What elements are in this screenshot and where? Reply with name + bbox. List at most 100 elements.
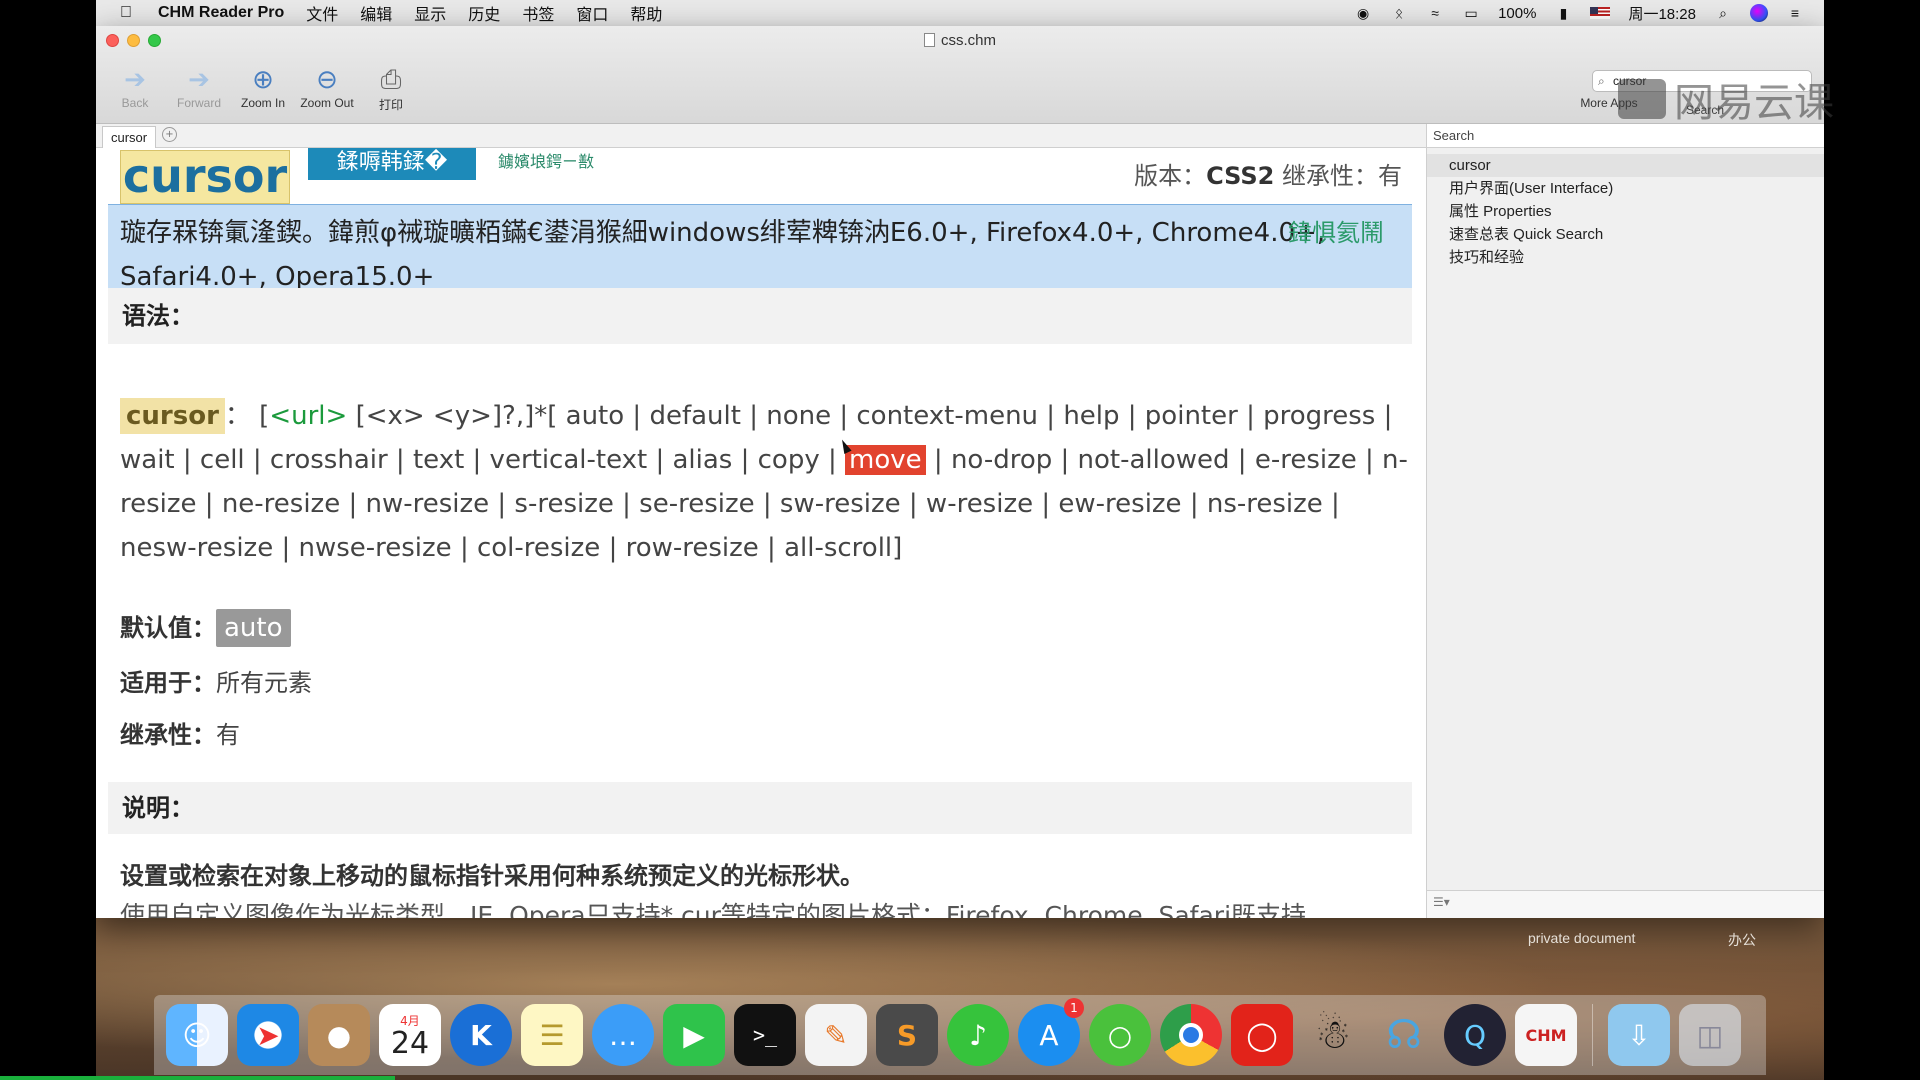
applies-row: 适用于：所有元素: [120, 663, 312, 698]
compatibility-link[interactable]: 鍏惧氦鬧: [1288, 211, 1384, 255]
menu-file[interactable]: 文件: [306, 1, 338, 25]
contacts-icon[interactable]: ●: [308, 1004, 370, 1066]
messages-icon[interactable]: …: [592, 1004, 654, 1066]
syntax-highlight-move: move: [845, 445, 926, 475]
default-label: 默认值：: [120, 613, 216, 642]
desktop-label-private[interactable]: private document: [1528, 930, 1635, 946]
battery-percent[interactable]: 100%: [1498, 5, 1536, 22]
sidebar-footer: ☰▾: [1427, 890, 1824, 918]
app-menu-name[interactable]: CHM Reader Pro: [158, 4, 284, 22]
zoom-in-button[interactable]: ⊕ Zoom In: [234, 62, 292, 113]
sidebar-item-properties[interactable]: 属性 Properties: [1427, 200, 1824, 223]
menu-bookmarks[interactable]: 书签: [522, 1, 554, 25]
share-tab[interactable]: 鍒嗕韩鍒�: [308, 148, 476, 180]
syntax-block: cursor： [<url> [<x> <y>]?,]*[ auto | def…: [120, 394, 1410, 570]
sidebar-item-quick-search[interactable]: 速查总表 Quick Search: [1427, 223, 1824, 246]
wechat-icon[interactable]: ○: [1089, 1004, 1151, 1066]
description-line-1: 设置或检索在对象上移动的鼠标指针采用何种系统预定义的光标形状。: [120, 861, 864, 890]
chrome-icon[interactable]: [1160, 1004, 1222, 1066]
inherit-label-top: 继承性：: [1282, 162, 1378, 190]
record-icon[interactable]: ◉: [1354, 4, 1372, 22]
qq-icon[interactable]: ☃: [1302, 1004, 1364, 1066]
siri-icon[interactable]: [1750, 4, 1768, 22]
menu-edit[interactable]: 编辑: [360, 1, 392, 25]
toolbar-search-input[interactable]: ⌕ cursor: [1592, 70, 1812, 92]
toolbar-search-label: Search: [1685, 103, 1724, 117]
appstore-badge: 1: [1064, 998, 1084, 1018]
terminal-icon[interactable]: >_: [734, 1004, 796, 1066]
menu-bar:  CHM Reader Pro 文件 编辑 显示 历史 书签 窗口 帮助 ◉ …: [96, 0, 1824, 26]
sidebar-item-cursor[interactable]: cursor: [1427, 154, 1824, 177]
inherit-value: 有: [216, 721, 240, 749]
dock-separator: [1592, 1004, 1593, 1066]
inherit-row: 继承性：有: [120, 715, 240, 750]
clock[interactable]: 周一18:28: [1628, 3, 1696, 24]
calendar-icon[interactable]: 4月 24: [379, 1004, 441, 1066]
sidebar: Search cursor 用户界面(User Interface) 属性 Pr…: [1426, 124, 1824, 918]
syntax-url[interactable]: <url>: [269, 401, 347, 431]
keynote-icon[interactable]: ☊: [1373, 1004, 1435, 1066]
menu-window[interactable]: 窗口: [576, 1, 608, 25]
music-icon[interactable]: ♪: [947, 1004, 1009, 1066]
desktop-label-office[interactable]: 办公: [1728, 930, 1756, 950]
forward-button[interactable]: ➔ Forward: [170, 62, 228, 113]
status-area: ◉ ᛟ ≈ ▭ 100% ▮ 周一18:28 ⌕ ≡: [1354, 3, 1804, 24]
chm-label: CHM: [1525, 1025, 1567, 1045]
zoom-in-label: Zoom In: [240, 96, 285, 110]
quicktime-icon[interactable]: Q: [1444, 1004, 1506, 1066]
printer-icon: ⎙: [380, 64, 402, 94]
finder-icon[interactable]: ☺: [166, 1004, 228, 1066]
zoom-out-label: Zoom Out: [300, 96, 354, 110]
facetime-icon[interactable]: ▶: [663, 1004, 725, 1066]
chm-reader-icon[interactable]: CHM: [1515, 1004, 1577, 1066]
downloads-icon[interactable]: ⇩: [1608, 1004, 1670, 1066]
sidebar-item-tips[interactable]: 技巧和经验: [1427, 246, 1824, 269]
menu-help[interactable]: 帮助: [630, 1, 662, 25]
sublime-icon[interactable]: S: [876, 1004, 938, 1066]
menu-history[interactable]: 历史: [468, 1, 500, 25]
netease-music-icon[interactable]: ◯: [1231, 1004, 1293, 1066]
document-icon: [923, 33, 935, 47]
back-arrow-icon: ➔: [124, 64, 146, 94]
sidebar-item-ui[interactable]: 用户界面(User Interface): [1427, 177, 1824, 200]
zoom-out-button[interactable]: ⊖ Zoom Out: [298, 62, 356, 113]
tab-cursor[interactable]: cursor: [102, 126, 157, 148]
tab-add-icon[interactable]: +: [162, 127, 177, 142]
applies-label: 适用于：: [120, 668, 216, 697]
safari-icon[interactable]: ➤: [237, 1004, 299, 1066]
toolbar-search-value: cursor: [1613, 74, 1647, 88]
search-icon[interactable]: ⌕: [1714, 4, 1732, 22]
syntax-heading: 语法：: [108, 288, 1412, 344]
zoom-in-icon: ⊕: [252, 64, 274, 94]
airplay-icon[interactable]: ▭: [1462, 4, 1480, 22]
appstore-icon[interactable]: A 1: [1018, 998, 1084, 1066]
apple-icon[interactable]: : [120, 4, 146, 22]
sidebar-search-input[interactable]: Search: [1427, 124, 1824, 148]
battery-icon[interactable]: ▮: [1554, 4, 1572, 22]
default-value[interactable]: auto: [216, 609, 291, 647]
animation-link[interactable]: 鐪嬪埌鍔ㄧ敾: [498, 148, 594, 172]
more-apps-label: More Apps: [1580, 96, 1638, 110]
notes-icon[interactable]: ☰: [521, 1004, 583, 1066]
wifi-icon[interactable]: ≈: [1426, 4, 1444, 22]
bluetooth-icon[interactable]: ᛟ: [1390, 4, 1408, 22]
inherit-label: 继承性：: [120, 720, 216, 749]
zoom-out-icon: ⊖: [316, 64, 338, 94]
title-bar: css.chm ➔ Back ➔ Forward ⊕ Zoom In ⊖ Zoo…: [96, 26, 1834, 126]
list-options-icon[interactable]: ☰▾: [1433, 895, 1450, 909]
calendar-day: 24: [390, 1025, 430, 1061]
list-icon[interactable]: ≡: [1786, 4, 1804, 22]
kodi-icon[interactable]: K: [450, 1004, 512, 1066]
chm-reader-window: css.chm ➔ Back ➔ Forward ⊕ Zoom In ⊖ Zoo…: [96, 26, 1834, 918]
trash-icon[interactable]: ◫: [1679, 1004, 1741, 1066]
pages-icon[interactable]: ✎: [805, 1004, 867, 1066]
dock: ☺ ➤ ● 4月 24 K ☰ … ▶ >_ ✎ S ♪ A 1 ○ ◯ ☃ ☊…: [154, 995, 1766, 1075]
print-button[interactable]: ⎙ 打印: [362, 62, 420, 113]
menu-view[interactable]: 显示: [414, 1, 446, 25]
syntax-property: cursor: [120, 398, 225, 434]
flag-icon[interactable]: [1590, 7, 1611, 19]
description-line-2: 使用自定义图像作为光标类型，IE, Opera只支持*.cur等特定的图片格式；…: [120, 901, 1307, 918]
inherit-value-top: 有: [1378, 162, 1402, 190]
back-button[interactable]: ➔ Back: [106, 62, 164, 113]
document-content: cursor 鍒嗕韩鍒� 鐪嬪埌鍔ㄧ敾 版本：CSS2 继承性：有 璇存槑锛氭湰…: [96, 148, 1426, 918]
